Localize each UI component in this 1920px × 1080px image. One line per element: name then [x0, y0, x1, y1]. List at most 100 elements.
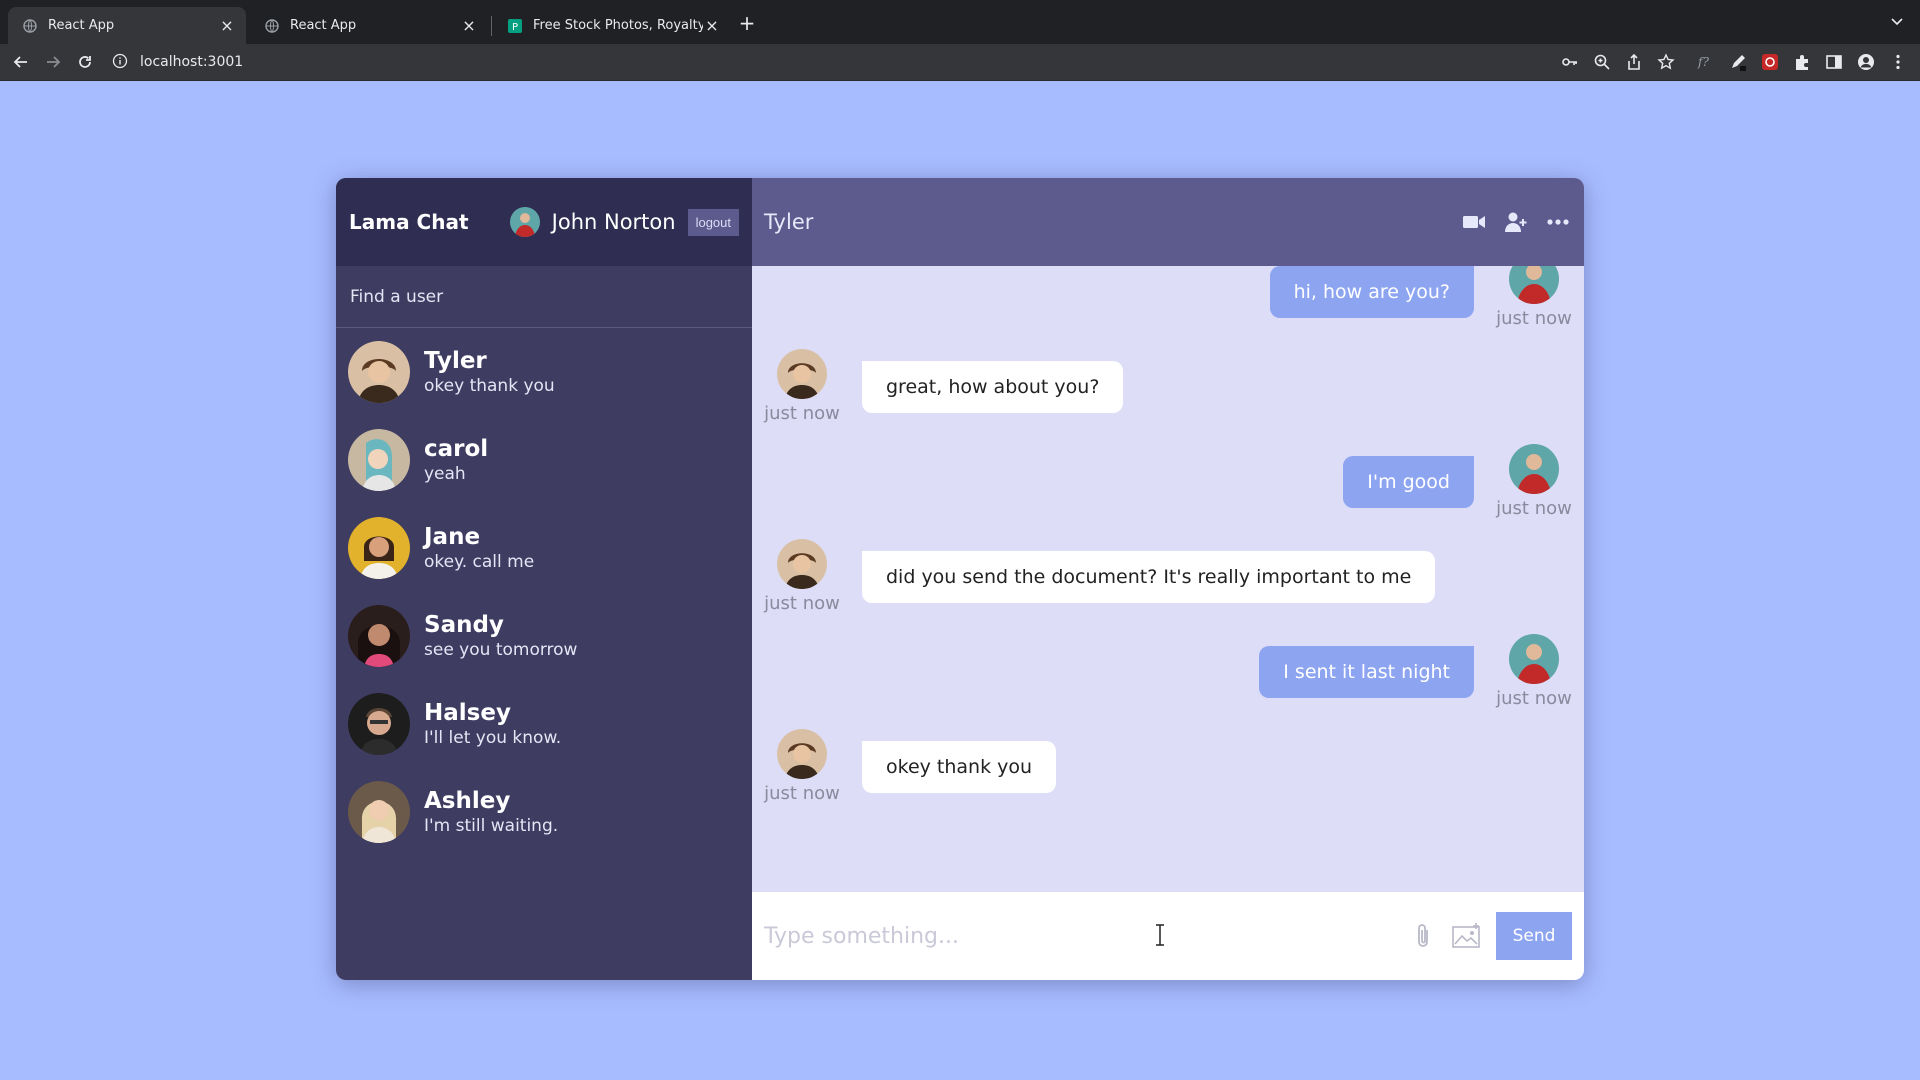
profile-icon[interactable] — [1856, 52, 1876, 72]
close-tab-icon[interactable]: × — [218, 16, 236, 35]
avatar — [348, 429, 410, 491]
search-input[interactable] — [350, 286, 738, 307]
tab-title: React App — [290, 18, 357, 33]
add-user-icon[interactable] — [1504, 210, 1528, 234]
globe-icon — [264, 18, 280, 34]
chat-list-item[interactable]: carol yeah — [336, 416, 752, 504]
send-button[interactable]: Send — [1496, 912, 1572, 960]
avatar — [777, 539, 827, 589]
browser-tab-2[interactable]: React App × — [250, 7, 488, 44]
avatar — [348, 781, 410, 843]
red-extension-icon[interactable] — [1760, 52, 1780, 72]
avatar — [777, 729, 827, 779]
message: just now okey thank you — [764, 729, 1572, 804]
chat-header: Tyler — [752, 178, 1584, 266]
user-search — [336, 266, 752, 328]
chat-user-name: Ashley — [424, 788, 511, 814]
avatar — [1509, 444, 1559, 494]
puzzle-extensions-icon[interactable] — [1792, 52, 1812, 72]
chat-last-message: okey thank you — [424, 376, 555, 396]
message: just now I'm good — [764, 444, 1572, 519]
sidebar: Lama Chat John Norton logout Tyler okey — [336, 178, 752, 980]
side-panel-icon[interactable] — [1824, 52, 1844, 72]
avatar — [348, 605, 410, 667]
logout-button[interactable]: logout — [687, 208, 739, 236]
message-input-bar: Send — [752, 892, 1584, 980]
more-icon[interactable] — [1546, 210, 1570, 234]
message-bubble: hi, how are you? — [1269, 266, 1474, 318]
new-tab-button[interactable]: + — [736, 12, 758, 34]
forward-arrow-icon[interactable] — [42, 51, 64, 73]
attach-icon[interactable] — [1408, 921, 1438, 951]
browser-tab-1[interactable]: React App × — [8, 7, 246, 44]
address-bar[interactable]: localhost:3001 — [112, 47, 1552, 77]
message-time: just now — [1496, 688, 1572, 709]
avatar — [777, 349, 827, 399]
avatar — [348, 693, 410, 755]
chat-list-item[interactable]: Ashley I'm still waiting. — [336, 768, 752, 856]
chevron-down-icon[interactable] — [1888, 12, 1906, 30]
avatar — [348, 517, 410, 579]
close-tab-icon[interactable]: × — [460, 16, 478, 35]
tab-divider — [491, 16, 492, 36]
message-bubble: did you send the document? It's really i… — [862, 551, 1436, 603]
message-bubble: I sent it last night — [1259, 646, 1474, 698]
message-input[interactable] — [764, 923, 1408, 949]
sidebar-navbar: Lama Chat John Norton logout — [336, 178, 752, 266]
chat-last-message: I'll let you know. — [424, 728, 562, 748]
text-cursor-icon — [1155, 924, 1165, 946]
close-tab-icon[interactable]: × — [703, 16, 721, 35]
image-icon[interactable] — [1452, 921, 1482, 951]
current-user: John Norton logout — [509, 207, 739, 237]
chat-user-name: Jane — [424, 524, 481, 550]
formula-extension-icon[interactable]: f? — [1696, 52, 1716, 72]
pexels-favicon-icon: P — [507, 18, 523, 34]
avatar — [1509, 634, 1559, 684]
message: just now great, how about you? — [764, 349, 1572, 424]
avatar — [509, 207, 540, 237]
chat-last-message: I'm still waiting. — [424, 816, 559, 836]
reload-icon[interactable] — [74, 51, 96, 73]
url-text: localhost:3001 — [140, 54, 244, 70]
chat-list-item[interactable]: Sandy see you tomorrow — [336, 592, 752, 680]
browser-tab-bar: React App × React App × P Free Stock Pho… — [0, 0, 1920, 44]
message-time: just now — [764, 593, 840, 614]
chat-user-name: Halsey — [424, 700, 511, 726]
chat-list: Tyler okey thank you carol yeah Jane oke… — [336, 328, 752, 856]
svg-text:P: P — [512, 22, 518, 33]
browser-menu-icon[interactable] — [1888, 52, 1908, 72]
chat-title: Tyler — [764, 210, 814, 234]
browser-toolbar: localhost:3001 f? — [0, 44, 1920, 80]
chat-panel: Tyler just now hi, how are you? just now… — [752, 178, 1584, 980]
zoom-icon[interactable] — [1592, 52, 1612, 72]
key-icon[interactable] — [1560, 52, 1580, 72]
bookmark-star-icon[interactable] — [1656, 52, 1676, 72]
tab-title: Free Stock Photos, Royalty Fre — [533, 18, 703, 33]
chat-app-container: Lama Chat John Norton logout Tyler okey — [336, 178, 1584, 980]
site-info-icon[interactable] — [112, 53, 130, 71]
message-bubble: great, how about you? — [862, 361, 1124, 413]
browser-tab-3[interactable]: P Free Stock Photos, Royalty Fre × — [493, 7, 731, 44]
app-logo: Lama Chat — [349, 210, 469, 234]
chat-last-message: see you tomorrow — [424, 640, 578, 660]
video-camera-icon[interactable] — [1462, 210, 1486, 234]
share-icon[interactable] — [1624, 52, 1644, 72]
message: just now hi, how are you? — [764, 266, 1572, 329]
back-arrow-icon[interactable] — [10, 51, 32, 73]
current-user-name: John Norton — [551, 210, 676, 234]
toolbar-divider — [0, 80, 1920, 81]
chat-list-item[interactable]: Jane okey. call me — [336, 504, 752, 592]
message-time: just now — [764, 403, 840, 424]
chat-list-item[interactable]: Tyler okey thank you — [336, 328, 752, 416]
chat-user-name: Tyler — [424, 348, 487, 374]
pen-extension-icon[interactable] — [1728, 52, 1748, 72]
chat-last-message: yeah — [424, 464, 466, 484]
chat-list-item[interactable]: Halsey I'll let you know. — [336, 680, 752, 768]
chat-user-name: Sandy — [424, 612, 504, 638]
message-bubble: I'm good — [1343, 456, 1474, 508]
messages-area: just now hi, how are you? just now great… — [752, 266, 1584, 892]
message-time: just now — [764, 783, 840, 804]
message-bubble: okey thank you — [862, 741, 1057, 793]
message-time: just now — [1496, 498, 1572, 519]
message-time: just now — [1496, 308, 1572, 329]
